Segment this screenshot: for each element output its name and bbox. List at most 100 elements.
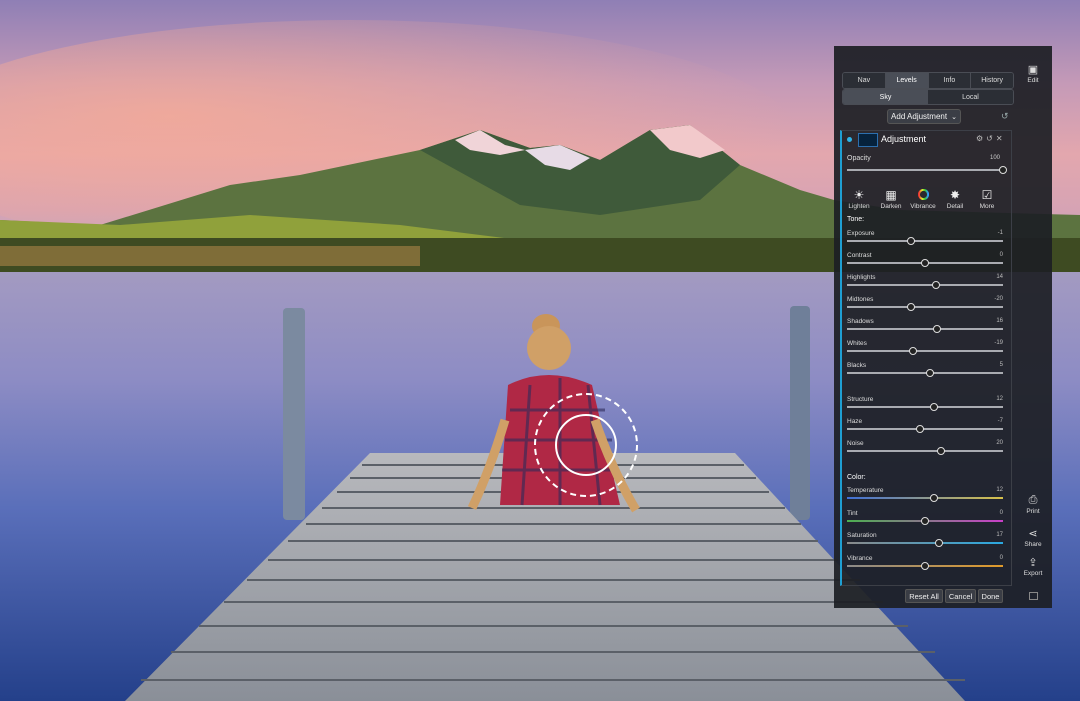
- detail-icon: ✸: [949, 188, 961, 202]
- cancel-button[interactable]: Cancel: [945, 589, 976, 603]
- slider-label-temperature: Temperature: [847, 487, 884, 494]
- tool-detail[interactable]: ✸ Detail: [939, 188, 971, 210]
- slider-value-saturation: 17: [996, 532, 1003, 538]
- head: [527, 326, 571, 370]
- slider-value-shadows: 16: [996, 318, 1003, 324]
- right-sidebar: [1014, 46, 1052, 608]
- trees-glow: [0, 246, 420, 266]
- sidebar-edit-label: Edit: [1027, 77, 1039, 84]
- slider-temperature[interactable]: [847, 494, 1003, 502]
- slider-value-blacks: 5: [999, 362, 1003, 368]
- slider-knob-highlights[interactable]: [931, 281, 940, 289]
- tab-local[interactable]: Local: [928, 90, 1013, 104]
- opacity-slider-knob[interactable]: [999, 166, 1007, 174]
- slider-haze[interactable]: [847, 425, 1003, 433]
- slider-knob-contrast[interactable]: [921, 259, 929, 267]
- done-button[interactable]: Done: [978, 589, 1003, 603]
- slider-noise[interactable]: [847, 447, 1003, 455]
- tone-heading: Tone:: [847, 216, 865, 223]
- slider-structure[interactable]: [847, 403, 1003, 411]
- pier-post-left: [283, 308, 305, 520]
- slider-label-structure: Structure: [847, 396, 874, 403]
- slider-blacks[interactable]: [847, 369, 1003, 377]
- tab-history[interactable]: History: [971, 73, 1013, 88]
- slider-highlights[interactable]: [847, 281, 1003, 289]
- slider-midtones[interactable]: [847, 303, 1003, 311]
- slider-shadows[interactable]: [847, 325, 1003, 333]
- slider-value-tint: 0: [999, 509, 1003, 516]
- slider-knob-saturation[interactable]: [935, 539, 944, 547]
- sidebar-print-label: Print: [1026, 508, 1040, 515]
- slider-label-exposure: Exposure: [847, 230, 875, 237]
- slider-label-midtones: Midtones: [847, 296, 874, 303]
- slider-knob-blacks[interactable]: [925, 369, 934, 377]
- opacity-slider[interactable]: [847, 166, 1007, 174]
- tab-sky[interactable]: Sky: [843, 90, 928, 104]
- add-adjustment-label: Add Adjustment: [891, 112, 948, 121]
- sidebar-share[interactable]: ⋖ Share: [1018, 527, 1048, 548]
- tool-darken[interactable]: ▦ Darken: [875, 188, 907, 210]
- sidebar-export[interactable]: ⇪ Export: [1018, 556, 1048, 577]
- darken-icon: ▦: [885, 188, 897, 202]
- sun-icon: ☀: [853, 188, 865, 202]
- printer-icon: ⎙: [1028, 494, 1038, 506]
- reset-icon[interactable]: ↺: [986, 134, 996, 143]
- settings-gear-icon[interactable]: ⚙: [976, 134, 986, 143]
- slider-knob-exposure[interactable]: [906, 237, 915, 245]
- slider-exposure[interactable]: [847, 237, 1003, 245]
- tab-info[interactable]: Info: [928, 73, 972, 88]
- tab-levels[interactable]: Levels: [885, 73, 929, 88]
- sidebar-print[interactable]: ⎙ Print: [1018, 494, 1048, 515]
- slider-whites[interactable]: [847, 347, 1003, 355]
- color-heading: Color:: [847, 474, 866, 481]
- sidebar-share-label: Share: [1024, 541, 1042, 548]
- sidebar-edit[interactable]: ▣ Edit: [1018, 63, 1048, 84]
- opacity-label: Opacity: [847, 155, 871, 162]
- adjustment-tools: ☀ Lighten ▦ Darken Vibrance ✸ Detail ☑ M…: [843, 188, 1003, 210]
- slider-value-exposure: -1: [997, 230, 1003, 236]
- add-adjustment-button[interactable]: Add Adjustment ⌄: [887, 109, 961, 124]
- tab-nav[interactable]: Nav: [843, 73, 886, 88]
- slider-label-tint: Tint: [847, 509, 858, 517]
- panel-toggle-icon[interactable]: [1029, 592, 1038, 600]
- slider-value-whites: -19: [994, 340, 1003, 346]
- color-wheel-icon: [917, 188, 929, 202]
- tool-more-label: More: [979, 203, 995, 210]
- slider-value-noise: 20: [996, 440, 1003, 446]
- undo-icon[interactable]: ↺: [1001, 111, 1009, 122]
- slider-contrast[interactable]: [847, 259, 1003, 267]
- reset-all-button[interactable]: Reset All: [905, 589, 943, 603]
- slider-label-shadows: Shadows: [847, 318, 874, 325]
- slider-value-midtones: -20: [994, 296, 1003, 302]
- adjustment-title: Adjustment: [881, 134, 927, 144]
- pier-post-right: [790, 306, 810, 520]
- sidebar-export-label: Export: [1023, 570, 1043, 577]
- slider-knob-tint[interactable]: [921, 516, 929, 525]
- slider-saturation[interactable]: [847, 539, 1003, 547]
- share-icon: ⋖: [1028, 528, 1038, 540]
- slider-label-saturation: Saturation: [847, 532, 877, 539]
- slider-tint[interactable]: [847, 516, 1003, 525]
- slider-knob-midtones[interactable]: [906, 303, 915, 311]
- tool-more[interactable]: ☑ More: [971, 188, 1003, 210]
- tool-vibrance-label: Vibrance: [910, 203, 936, 210]
- layer-mask-swatch[interactable]: [858, 133, 878, 147]
- chevron-down-icon: ⌄: [951, 113, 957, 121]
- slider-value-temperature: 12: [996, 487, 1003, 493]
- image-icon: ▣: [1027, 64, 1039, 76]
- slider-knob-whites[interactable]: [908, 347, 917, 355]
- slider-label-noise: Noise: [847, 440, 864, 447]
- close-icon[interactable]: ✕: [996, 134, 1006, 143]
- slider-label-blacks: Blacks: [847, 362, 867, 369]
- opacity-value: 100: [990, 155, 1001, 161]
- slider-knob-vibrance[interactable]: [921, 561, 929, 570]
- slider-vibrance[interactable]: [847, 561, 1003, 570]
- tool-vibrance[interactable]: Vibrance: [907, 188, 939, 210]
- tool-darken-label: Darken: [880, 203, 902, 210]
- slider-label-highlights: Highlights: [847, 274, 876, 281]
- tool-lighten[interactable]: ☀ Lighten: [843, 188, 875, 210]
- slider-label-haze: Haze: [847, 418, 863, 425]
- scope-tabs: Sky Local: [842, 89, 1014, 105]
- slider-knob-noise[interactable]: [936, 447, 945, 455]
- panel-tabs: Nav Levels Info History: [842, 72, 1014, 89]
